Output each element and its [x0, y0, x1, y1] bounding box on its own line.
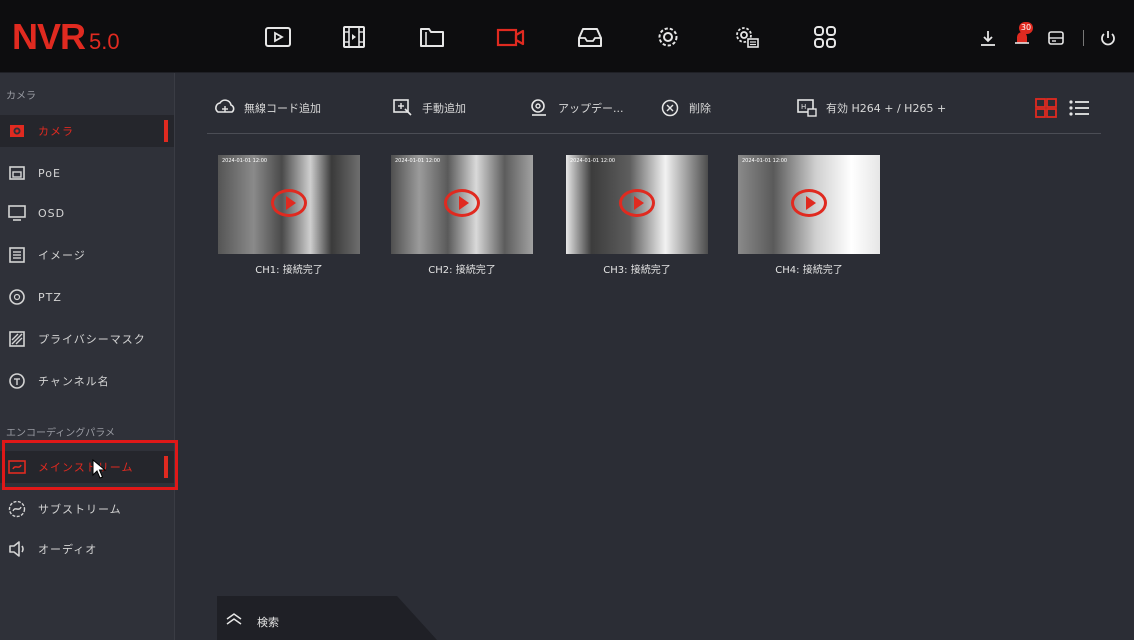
camera-settings-icon — [6, 120, 28, 142]
divider — [1083, 30, 1084, 46]
sidebar-item-sub-stream[interactable]: サブストリーム — [0, 493, 174, 525]
grid-view-icon[interactable] — [1035, 98, 1057, 118]
sidebar-item-label: サブストリーム — [38, 503, 122, 516]
camera-icon[interactable] — [494, 22, 528, 52]
channel-timestamp: 2024-01-01 12:00 — [222, 158, 268, 164]
channel-timestamp: 2024-01-01 12:00 — [570, 158, 616, 164]
sidebar-item-main-stream[interactable]: メインストリーム — [0, 451, 174, 483]
privacy-mask-icon — [6, 328, 28, 350]
toolbar-divider — [207, 133, 1101, 134]
codec-label: 有効 H264 + / H265 + — [826, 102, 947, 115]
sidebar: カメラ カメラ PoE OSD イメージ PTZ プライバシーマスク チャンネル… — [0, 73, 175, 640]
channel-preview: 2024-01-01 12:00 — [738, 155, 880, 254]
logo-text: NVR — [12, 16, 86, 57]
channel-tile-ch1[interactable]: 2024-01-01 12:00 CH1: 接続完了 — [218, 155, 360, 276]
channel-timestamp: 2024-01-01 12:00 — [395, 158, 441, 164]
channel-preview: 2024-01-01 12:00 — [218, 155, 360, 254]
sidebar-item-label: プライバシーマスク — [38, 333, 146, 346]
logo-version: 5.0 — [89, 29, 120, 54]
channel-caption: CH2: 接続完了 — [428, 265, 496, 276]
sidebar-item-label: メインストリーム — [38, 461, 134, 474]
sidebar-item-privacy-mask[interactable]: プライバシーマスク — [0, 323, 174, 355]
sidebar-item-ptz[interactable]: PTZ — [0, 281, 174, 313]
alarm-count-badge: 30 — [1019, 22, 1033, 34]
play-icon[interactable] — [444, 188, 480, 217]
channel-tile-ch3[interactable]: 2024-01-01 12:00 CH3: 接続完了 — [566, 155, 708, 276]
update-button[interactable]: アップデー... — [528, 96, 624, 120]
manual-add-icon — [393, 99, 412, 116]
section-title-encoding: エンコーディングパラメ — [6, 428, 115, 439]
wireless-add-label: 無線コード追加 — [244, 102, 321, 115]
channel-preview: 2024-01-01 12:00 — [391, 155, 533, 254]
main-stream-icon — [6, 456, 28, 478]
sidebar-item-osd[interactable]: OSD — [0, 197, 174, 229]
wireless-add-button[interactable]: 無線コード追加 — [214, 96, 321, 120]
sidebar-item-audio[interactable]: オーディオ — [0, 533, 174, 565]
update-label: アップデー... — [558, 102, 624, 115]
section-title-camera: カメラ — [6, 91, 36, 102]
apps-grid-icon[interactable] — [808, 22, 842, 52]
sidebar-item-channel-name[interactable]: チャンネル名 — [0, 365, 174, 397]
playback-icon[interactable] — [261, 22, 295, 52]
search-tab[interactable]: 検索 — [217, 596, 437, 640]
play-icon[interactable] — [791, 188, 827, 217]
video-clip-icon[interactable] — [337, 22, 371, 52]
nvr-logo: NVR 5.0 — [12, 16, 120, 57]
download-icon[interactable] — [976, 26, 1000, 50]
sidebar-item-label: イメージ — [38, 249, 86, 262]
sidebar-item-label: OSD — [38, 206, 66, 220]
folder-icon[interactable] — [415, 22, 449, 52]
codec-button[interactable]: H 有効 H264 + / H265 + — [796, 96, 946, 120]
ptz-icon — [6, 286, 28, 308]
power-icon[interactable] — [1096, 26, 1120, 50]
search-label: 検索 — [257, 616, 279, 629]
sidebar-item-label: PTZ — [38, 290, 62, 304]
storage-icon[interactable] — [573, 22, 607, 52]
codec-icon: H — [797, 99, 817, 117]
sidebar-item-label: チャンネル名 — [38, 375, 110, 388]
play-icon[interactable] — [271, 188, 307, 217]
delete-button[interactable]: 削除 — [659, 96, 711, 120]
channel-tile-ch4[interactable]: 2024-01-01 12:00 CH4: 接続完了 — [738, 155, 880, 276]
channel-tile-ch2[interactable]: 2024-01-01 12:00 CH2: 接続完了 — [391, 155, 533, 276]
audio-icon — [6, 538, 28, 560]
system-settings-icon[interactable] — [730, 22, 764, 52]
channel-caption: CH4: 接続完了 — [775, 265, 843, 276]
expand-up-icon — [226, 613, 242, 625]
list-view-icon[interactable] — [1068, 98, 1090, 118]
poe-icon — [6, 162, 28, 184]
alarm-icon[interactable]: 30 — [1010, 22, 1034, 50]
channel-caption: CH3: 接続完了 — [603, 265, 671, 276]
update-icon — [531, 99, 546, 116]
delete-label: 削除 — [689, 102, 711, 115]
channel-name-icon — [6, 370, 28, 392]
sidebar-item-poe[interactable]: PoE — [0, 157, 174, 189]
sidebar-item-label: カメラ — [38, 125, 74, 138]
sidebar-item-label: オーディオ — [38, 543, 98, 556]
wireless-add-icon — [215, 99, 235, 113]
image-settings-icon — [6, 244, 28, 266]
active-indicator — [164, 456, 168, 478]
settings-icon[interactable] — [651, 22, 685, 52]
sub-stream-icon — [6, 498, 28, 520]
channel-caption: CH1: 接続完了 — [255, 265, 323, 276]
svg-text:H: H — [801, 103, 806, 111]
top-bar: NVR 5.0 30 — [0, 0, 1134, 73]
manual-add-button[interactable]: 手動追加 — [392, 96, 466, 120]
sidebar-item-camera[interactable]: カメラ — [0, 115, 174, 147]
manual-add-label: 手動追加 — [422, 102, 466, 115]
channel-timestamp: 2024-01-01 12:00 — [742, 158, 788, 164]
active-indicator — [164, 120, 168, 142]
channel-preview: 2024-01-01 12:00 — [566, 155, 708, 254]
disk-icon[interactable] — [1044, 26, 1068, 50]
delete-icon — [661, 99, 679, 117]
monitor-icon — [6, 202, 28, 224]
sidebar-item-image[interactable]: イメージ — [0, 239, 174, 271]
sidebar-item-label: PoE — [38, 166, 61, 180]
play-icon[interactable] — [619, 188, 655, 217]
mouse-cursor-icon — [92, 459, 107, 479]
